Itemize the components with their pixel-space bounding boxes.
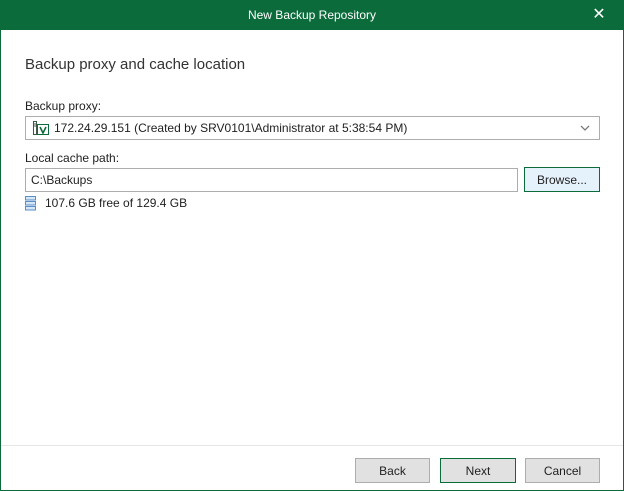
backup-proxy-value: 172.24.29.151 (Created by SRV0101\Admini…	[54, 121, 408, 135]
browse-button[interactable]: Browse...	[524, 167, 600, 192]
cancel-button[interactable]: Cancel	[525, 458, 600, 483]
close-icon[interactable]: ✕	[589, 5, 609, 25]
free-space-info: 107.6 GB free of 129.4 GB	[25, 194, 187, 212]
next-button[interactable]: Next	[440, 458, 516, 483]
disk-icon	[25, 195, 36, 211]
free-space-text: 107.6 GB free of 129.4 GB	[45, 196, 188, 210]
local-cache-path-input[interactable]: C:\Backups	[25, 168, 518, 192]
title-bar: New Backup Repository ✕	[1, 1, 623, 30]
chevron-down-icon[interactable]	[580, 122, 590, 132]
backup-proxy-label: Backup proxy:	[25, 99, 102, 113]
page-heading: Backup proxy and cache location	[25, 56, 246, 73]
footer-divider	[1, 445, 623, 446]
dialog-window: New Backup Repository ✕ Backup proxy and…	[0, 0, 624, 491]
back-button[interactable]: Back	[355, 458, 430, 483]
backup-proxy-select[interactable]: 172.24.29.151 (Created by SRV0101\Admini…	[25, 116, 600, 140]
window-title: New Backup Repository	[247, 8, 377, 22]
local-cache-path-label: Local cache path:	[25, 151, 120, 165]
veeam-server-icon	[33, 120, 49, 136]
